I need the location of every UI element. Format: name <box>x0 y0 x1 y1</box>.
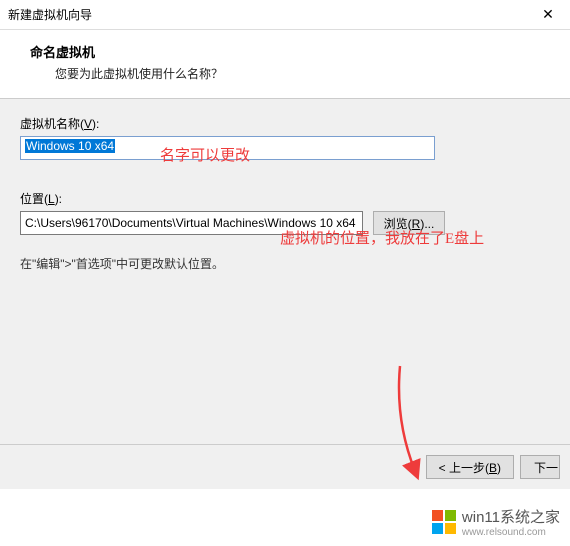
header-title: 命名虚拟机 <box>30 42 550 61</box>
wizard-content: 虚拟机名称(V): Windows 10 x64 名字可以更改 位置(L): 浏… <box>0 99 570 479</box>
vm-name-group: 虚拟机名称(V): Windows 10 x64 <box>20 115 550 160</box>
watermark: win11系统之家 www.relsound.com <box>432 506 560 538</box>
watermark-logo-icon <box>432 510 456 534</box>
watermark-sub: www.relsound.com <box>462 527 560 538</box>
wizard-header: 命名虚拟机 您要为此虚拟机使用什么名称？ <box>0 30 570 99</box>
titlebar: 新建虚拟机向导 ✕ <box>0 0 570 30</box>
wizard-footer: < 上一步(B) 下一 <box>0 444 570 489</box>
back-button[interactable]: < 上一步(B) <box>426 455 514 479</box>
vm-location-group: 位置(L): 浏览(R)... <box>20 190 550 235</box>
watermark-main: win11系统之家 <box>462 506 560 527</box>
vm-location-label: 位置(L): <box>20 190 550 207</box>
close-icon[interactable]: ✕ <box>538 4 558 24</box>
header-subtitle: 您要为此虚拟机使用什么名称？ <box>55 65 550 82</box>
next-button[interactable]: 下一 <box>520 455 560 479</box>
browse-button[interactable]: 浏览(R)... <box>373 211 445 235</box>
vm-location-input[interactable] <box>20 211 363 235</box>
vm-name-label: 虚拟机名称(V): <box>20 115 550 132</box>
default-location-hint: 在"编辑">"首选项"中可更改默认位置。 <box>20 255 550 272</box>
window-title: 新建虚拟机向导 <box>8 6 92 23</box>
vm-name-input[interactable]: Windows 10 x64 <box>20 136 435 160</box>
